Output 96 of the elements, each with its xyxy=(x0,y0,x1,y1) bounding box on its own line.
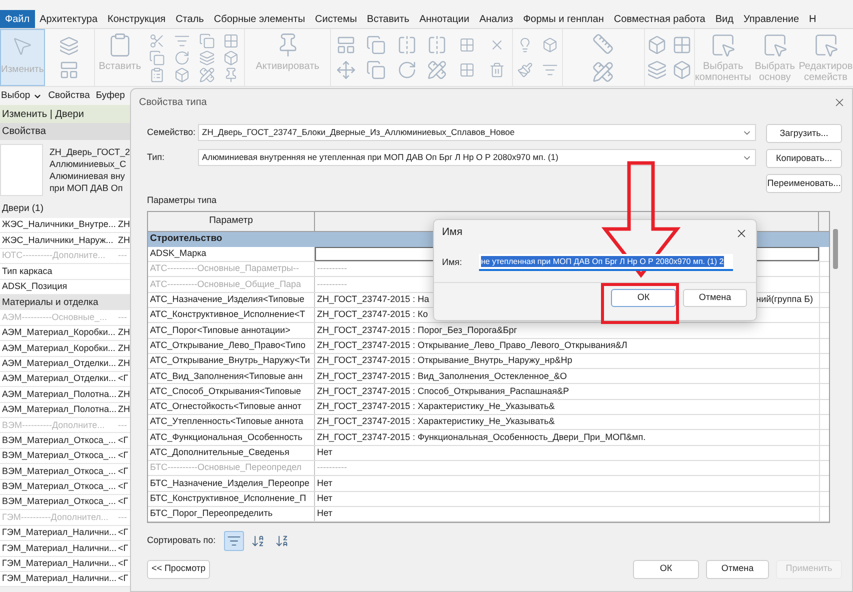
property-name: ЖЭС_Наличники_Внутре... xyxy=(1,218,117,232)
table-cell-text: ---------- xyxy=(317,262,347,276)
dialog-title: Свойства типа xyxy=(139,96,207,110)
dialog-title: Имя xyxy=(442,225,462,240)
table-cell: АТС_Назначение_Изделия<Типовые xyxy=(148,292,315,307)
table-cell: БТС_Назначение_Изделия_Переопре xyxy=(148,476,315,491)
property-name: АЭМ_Материал_Полотна... xyxy=(1,388,118,401)
property-name: ВЭМ_Материал_Откоса_... xyxy=(1,480,117,494)
table-cell-text: ний(группа Б) xyxy=(756,293,813,306)
table-cell-text: ZH_ГОСТ_23747-2015 : Функциональная_Особенность_Двери_При_МОП&мп. xyxy=(317,430,646,444)
property-name: АЭМ_Материал_Коробки... xyxy=(1,342,116,355)
group-header: Материалы и отделка xyxy=(0,294,130,310)
property-value: <Г xyxy=(118,480,128,494)
section-label: Параметры типа xyxy=(147,194,218,207)
table-cell: АТС_Дополнительные_Сведенья xyxy=(148,446,315,460)
type-name: Аллюминиевых_С xyxy=(49,158,128,170)
property-name: АЭМ----------Основные_... xyxy=(1,310,108,324)
table-cell-text: Нет xyxy=(317,507,332,520)
property-value: <Г xyxy=(118,434,128,447)
table-cell-text: ---------- xyxy=(317,278,347,291)
table-cell-text: Нет xyxy=(317,476,332,490)
property-value: <Г xyxy=(118,572,128,586)
property-name: ВЭМ----------Дополните... xyxy=(1,418,106,432)
table-cell-text: ZH_ГОСТ_23747-2015 : Открывание_Внутрь_Наружу_нр&Нр xyxy=(317,354,572,368)
property-value: ZH xyxy=(118,218,130,232)
property-value: ZH xyxy=(118,388,130,401)
property-value: <Г xyxy=(118,449,128,462)
type-name: ZH_Дверь_ГОСТ_2 xyxy=(49,146,130,158)
property-value: ZH xyxy=(118,403,130,416)
table-cell-text: ZH_ГОСТ_23747-2015 : Порог_Без_Порога&Брг xyxy=(317,324,518,337)
table-cell-text: ZH_ГОСТ_23747-2015 : Способ_Открывания_Распашная&Р xyxy=(317,384,570,398)
property-name: ВЭМ_Материал_Откоса_... xyxy=(1,464,117,478)
property-name: ADSK_Позиция xyxy=(1,280,68,293)
table-cell: АТС_Порог<Типовые аннотации> xyxy=(148,323,315,338)
table-cell-text: ZH_ГОСТ_23747-2015 : Характеристику_Не_Указывать& xyxy=(317,415,555,428)
type-name: Алюминиевая вну xyxy=(49,170,126,182)
table-cell-text: Нет xyxy=(317,446,332,460)
table-cell: АТС_Функциональная_Особенность xyxy=(148,430,315,445)
table-cell-text: ---------- xyxy=(317,461,347,474)
property-value: --- xyxy=(118,510,127,524)
panel-label: Буфер xyxy=(96,88,125,103)
table-cell-text: ZH_ГОСТ_23747-2015 : Вид_Заполнения_Остекленное_&О xyxy=(317,370,567,383)
property-name: ВЭМ_Материал_Откоса_... xyxy=(1,495,117,508)
property-value: <Г xyxy=(118,542,128,555)
field-label: Имя: xyxy=(442,256,464,269)
table-cell-text: ZH_ГОСТ_23747-2015 : Ко xyxy=(317,308,428,322)
property-value: ZH xyxy=(118,342,130,355)
property-name: АЭМ_Материал_Отделки... xyxy=(1,372,118,386)
property-value: --- xyxy=(118,249,127,262)
property-name: ЮТС----------Дополните... xyxy=(1,249,106,262)
property-value: ZH xyxy=(118,326,130,340)
property-value: --- xyxy=(118,418,127,432)
property-value: <Г xyxy=(118,557,128,570)
property-value: --- xyxy=(118,310,127,324)
table-cell: АТС_Способ_Открывания<Типовые xyxy=(148,384,315,399)
panel-label: Свойства xyxy=(48,88,90,103)
property-name: АЭМ_Материал_Коробки... xyxy=(1,326,116,340)
property-name: ГЭМ_Материал_Налични... xyxy=(1,572,118,586)
table-cell: АТС_Открывание_Лево_Право<Типо xyxy=(148,338,315,353)
property-value: <Г xyxy=(118,495,128,508)
panel-title: Свойства xyxy=(0,123,130,140)
table-cell: БТС_Порог_Переопределить xyxy=(148,506,315,522)
field-label: Тип: xyxy=(147,150,166,164)
type-name: при МОП ДАВ Оп xyxy=(49,182,124,194)
property-name: АЭМ_Материал_Отделки... xyxy=(1,356,118,370)
table-cell-text: ZH_ГОСТ_23747-2015 : На xyxy=(317,293,430,306)
property-value: <Г xyxy=(118,372,128,386)
property-name: ВЭМ_Материал_Откоса_... xyxy=(1,449,117,462)
property-value: ZH xyxy=(118,234,130,247)
table-cell: АТС_Вид_Заполнения<Типовые анн xyxy=(148,369,315,384)
table-cell: АТС----------Основные_Общие_Пара xyxy=(148,277,315,292)
table-cell: АТС----------Основные_Параметры-- xyxy=(148,262,315,276)
property-value: <Г xyxy=(118,526,128,540)
table-cell-text: ZH_ГОСТ_23747-2015 : Характеристику_Не_Указывать& xyxy=(317,400,555,414)
category-label: Двери (1) xyxy=(0,200,130,218)
table-cell: АТС_Утепленность<Типовые аннота xyxy=(148,415,315,430)
table-cell-text: ZH_ГОСТ_23747-2015 : Открывание_Лево_Право_Левого_Открывания&Л xyxy=(317,338,628,352)
property-name: ГЭМ_Материал_Налични... xyxy=(1,557,118,570)
property-value: ZH xyxy=(118,356,130,370)
property-name: Тип каркаса xyxy=(1,264,54,278)
property-name: ВЭМ_Материал_Откоса_... xyxy=(1,434,117,447)
table-cell-text: Нет xyxy=(317,492,332,505)
property-name: ГЭМ_Материал_Налични... xyxy=(1,526,118,540)
table-cell: АТС_Огнестойкость<Типовые аннот xyxy=(148,400,315,414)
table-cell: АТС_Конструктивное_Исполнение<Т xyxy=(148,308,315,322)
property-name: ГЭМ_Материал_Налични... xyxy=(1,542,118,555)
property-value: <Г xyxy=(118,464,128,478)
sort-label: Сортировать по: xyxy=(147,534,216,547)
table-cell: БТС----------Основные_Переопредел xyxy=(148,460,315,476)
table-cell: АТС_Открывание_Внутрь_Наружу<Ти xyxy=(148,354,315,368)
context-bar: Изменить | Двери xyxy=(0,105,130,123)
field-label: Семейство: xyxy=(147,126,197,139)
property-name: ГЭМ----------Дополнител... xyxy=(1,510,110,524)
property-name: ЖЭС_Наличники_Наруж... xyxy=(1,234,114,247)
property-name: АЭМ_Материал_Полотна... xyxy=(1,403,118,416)
table-cell: БТС_Конструктивное_Исполнение_П xyxy=(148,492,315,506)
